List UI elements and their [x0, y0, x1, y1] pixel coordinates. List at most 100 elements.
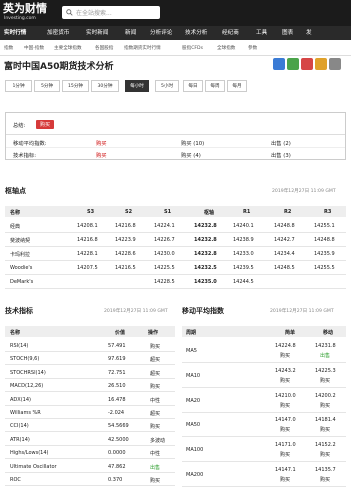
indicator-value: -2.024 — [108, 410, 125, 416]
ma-period[interactable]: MA200 — [186, 472, 203, 478]
pivot-value: 14216.5 — [115, 265, 136, 271]
weibo-icon[interactable] — [301, 58, 313, 70]
pivot-value: 14234.4 — [274, 251, 295, 257]
timeframe-tab[interactable]: 每周 — [205, 80, 225, 92]
subnav-item[interactable]: 参数 — [248, 45, 257, 51]
mail-icon[interactable] — [273, 58, 285, 70]
timeframe-tab[interactable]: 每月 — [227, 80, 247, 92]
pivot-name[interactable]: Woodie's — [10, 265, 32, 271]
indicator-name[interactable]: CCI(14) — [10, 423, 29, 429]
pivot-value: 14240.1 — [233, 223, 254, 229]
ma-simple-action: 购买 — [280, 353, 291, 359]
pivot-value: 14226.7 — [154, 237, 175, 243]
nav-item-news[interactable]: 新闻 — [125, 28, 136, 36]
search-icon — [66, 9, 73, 16]
pivot-value: 14228.1 — [77, 251, 98, 257]
subnav-item[interactable]: 主要全球指数 — [54, 45, 82, 51]
top-bar — [0, 0, 351, 26]
timeframe-tab[interactable]: 30分钟 — [91, 80, 119, 92]
indicator-value: 97.619 — [108, 356, 126, 363]
indicator-name[interactable]: Highs/Lows(14) — [10, 450, 49, 456]
ma-buy-count: 购买 (10) — [181, 141, 205, 147]
ma-sell-count: 出售 (2) — [271, 141, 291, 147]
indicator-name[interactable]: ROC — [10, 477, 21, 483]
subnav-item[interactable]: 指数期货实时行情 — [124, 45, 161, 51]
ma-simple-value: 14147.1 — [275, 467, 296, 473]
ma-period[interactable]: MA10 — [186, 373, 200, 379]
indicator-name[interactable]: MACD(12,26) — [10, 383, 43, 389]
indicator-value: 47.862 — [108, 463, 126, 470]
indicator-action: 出售 — [150, 464, 161, 471]
nav-item-crypto[interactable]: 加密货币 — [47, 28, 69, 36]
nav-item-technical[interactable]: 技术分析 — [185, 28, 207, 36]
print-icon[interactable] — [329, 58, 341, 70]
subnav-item[interactable]: 全球指数 — [217, 45, 235, 51]
nav-item-more[interactable]: 发 — [306, 28, 312, 36]
nav-item-tools[interactable]: 工具 — [256, 28, 267, 36]
indicator-action: 购买 — [150, 478, 161, 484]
timeframe-tab[interactable]: 1分钟 — [5, 80, 32, 92]
ma-header-cell: 简单 — [285, 330, 296, 336]
pivot-value: 14235.9 — [314, 251, 335, 257]
subnav-item[interactable]: 指数 — [4, 45, 13, 51]
indicator-name[interactable]: Ultimate Oscillator — [10, 464, 57, 470]
ma-summary-label: 移动平均指数: — [13, 141, 47, 147]
indicator-name[interactable]: RSI(14) — [10, 343, 28, 349]
ma-period[interactable]: MA5 — [186, 348, 197, 354]
ma-date: 2019年12月27日 11:09 GMT — [270, 309, 334, 314]
pivot-name[interactable]: 斐波纳契 — [10, 237, 30, 244]
timeframe-tab[interactable]: 5分钟 — [34, 80, 60, 92]
timeframe-tab[interactable]: 每日 — [183, 80, 203, 92]
pivots-date: 2019年12月27日 11:09 GMT — [272, 189, 336, 194]
ma-simple-action: 购买 — [280, 402, 291, 409]
indicator-action: 超买 — [150, 370, 161, 377]
pivot-value: 14255.1 — [314, 223, 335, 229]
indicator-name[interactable]: ADX(14) — [10, 397, 31, 403]
pivot-value: 14233.0 — [233, 251, 254, 257]
timeframe-tab[interactable]: 5小时 — [155, 80, 179, 92]
subnav-item[interactable]: 各国股指 — [95, 45, 113, 51]
pivot-name[interactable]: 卡玛利拉 — [10, 251, 30, 258]
ma-simple-value: 14243.2 — [275, 367, 296, 374]
pivot-value: 14255.5 — [314, 265, 335, 271]
ti-summary-label: 技术指标: — [13, 153, 36, 159]
indicator-action: 中性 — [150, 451, 161, 458]
ma-exp-value: 14135.7 — [315, 467, 336, 473]
sub-nav: 指数 中国-指数 主要全球指数 各国股指 指数期货实时行情 股指CFDs 全球指… — [0, 41, 351, 56]
ma-period[interactable]: MA50 — [186, 422, 200, 428]
ma-header-cell: 周期 — [186, 330, 197, 336]
ma-header-cell: 移动 — [323, 330, 334, 336]
nav-item-charts[interactable]: 图表 — [282, 28, 293, 36]
share-icon[interactable] — [287, 58, 299, 70]
site-logo-sub: Investing.com — [4, 16, 36, 21]
ma-period[interactable]: MA20 — [186, 398, 200, 404]
indicator-name[interactable]: ATR(14) — [10, 437, 30, 443]
ma-title: 移动平均指数 — [182, 307, 224, 315]
indicator-name[interactable]: STOCHRSI(14) — [10, 370, 46, 376]
ma-exp-action: 购买 — [320, 427, 331, 434]
qzone-icon[interactable] — [315, 58, 327, 70]
ma-simple-value: 14210.0 — [275, 392, 296, 399]
timeframe-tab[interactable]: 15分钟 — [62, 80, 89, 92]
pivot-name[interactable]: 经典 — [10, 223, 20, 230]
pivot-value: 14216.8 — [77, 237, 98, 243]
pivot-name[interactable]: DeMark's — [10, 279, 33, 285]
ma-exp-value: 14152.2 — [315, 442, 336, 449]
table-row — [5, 247, 346, 261]
indicator-action: 中性 — [150, 397, 161, 404]
ma-period[interactable]: MA100 — [186, 447, 203, 453]
site-logo[interactable]: 英为财情 — [3, 3, 47, 15]
indicator-action: 超买 — [150, 357, 161, 364]
timeframe-tab[interactable]: 每小时 — [125, 80, 149, 92]
indicator-name[interactable]: Williams %R — [10, 410, 41, 416]
pivots-header-cell: R2 — [284, 209, 292, 215]
nav-item-analysis[interactable]: 分析评论 — [150, 28, 172, 36]
indicator-value: 42.5000 — [108, 436, 129, 443]
summary-box: 总结: 购买 移动平均指数: 购买 购买 (10) 出售 (2) 技术指标: 购… — [5, 112, 346, 160]
nav-item-brokers[interactable]: 经纪商 — [222, 28, 239, 36]
subnav-item[interactable]: 股指CFDs — [182, 45, 203, 51]
indicator-name[interactable]: STOCH(9,6) — [10, 356, 39, 362]
nav-item-quotes[interactable]: 实时行情 — [4, 28, 26, 36]
nav-item-live-news[interactable]: 实时新闻 — [86, 28, 108, 36]
subnav-item[interactable]: 中国-指数 — [24, 45, 44, 51]
